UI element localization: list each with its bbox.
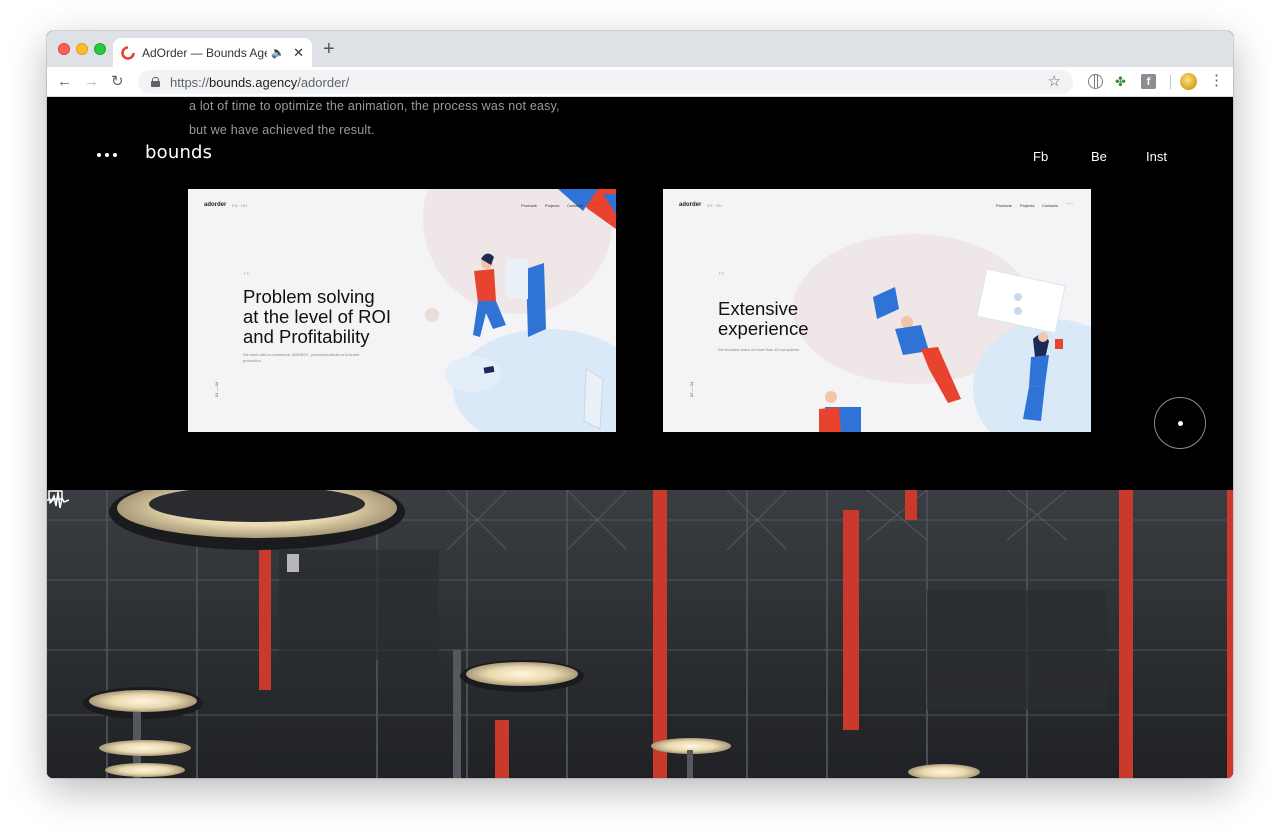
- tab-title: AdOrder — Bounds Agency: [142, 45, 267, 60]
- card-slide-counter: 01 — 04: [214, 381, 219, 397]
- card-menu-dots-icon: ···: [591, 201, 599, 207]
- card-headline-line: at the level of ROI: [243, 306, 392, 327]
- forward-arrow-icon[interactable]: →: [84, 73, 99, 91]
- scroll-cursor-indicator[interactable]: [1154, 397, 1206, 449]
- new-tab-button[interactable]: +: [323, 39, 335, 59]
- project-screen-card[interactable]: adorder EN · RU Products Projects Contac…: [663, 189, 1091, 432]
- card-headline: Extensive experience: [718, 299, 809, 339]
- card-nav-contacts: Contacts: [1042, 203, 1058, 208]
- back-arrow-icon[interactable]: ←: [57, 73, 72, 91]
- card-nav-products: Products: [996, 203, 1012, 208]
- card-headline-line: Problem solving: [243, 286, 375, 307]
- browser-toolbar: ← → ↻ https://bounds.agency/adorder/ ☆ ✤…: [47, 67, 1233, 97]
- browser-menu-icon[interactable]: ⋮: [1209, 72, 1224, 90]
- card-nav-contacts: Contacts: [567, 203, 583, 208]
- card-nav-projects: Projects: [1020, 203, 1035, 208]
- toolbar-divider: [1170, 75, 1171, 89]
- card-description: We work with e-commerce, B2B/B2C, pharma…: [243, 352, 360, 363]
- card-headline: Problem solving at the level of ROI and …: [243, 287, 391, 347]
- card-menu-dots-icon: ···: [1066, 201, 1074, 207]
- globe-icon[interactable]: [1088, 74, 1103, 89]
- card-headline-line: Extensive: [718, 298, 799, 319]
- leaf-icon[interactable]: ✤: [1115, 74, 1130, 89]
- tab-strip: AdOrder — Bounds Agency 🔈 ✕ +: [47, 31, 1233, 67]
- speaker-icon[interactable]: 🔈: [271, 46, 285, 59]
- site-menu-button[interactable]: [97, 153, 117, 159]
- reload-icon[interactable]: ↻: [111, 73, 124, 91]
- card-mini-logo: adorder: [204, 202, 227, 208]
- card-headline-line: and Profitability: [243, 326, 370, 347]
- menu-dot: [97, 153, 101, 157]
- card-mini-logo: adorder: [679, 202, 702, 208]
- adorder-favicon-icon: [121, 45, 135, 60]
- card-nav-projects: Projects: [545, 203, 560, 208]
- browser-tab[interactable]: AdOrder — Bounds Agency 🔈 ✕: [113, 38, 312, 67]
- card-slider-arrows: ‹ ›: [244, 271, 249, 277]
- card-description: We boosted sales of more than 40 compani…: [718, 347, 800, 352]
- close-tab-button[interactable]: ✕: [293, 45, 304, 61]
- card-slide-counter: 02 — 04: [689, 381, 694, 397]
- menu-dot: [105, 153, 109, 157]
- maximize-window-button[interactable]: [94, 43, 106, 55]
- project-screen-card[interactable]: adorder EN · RU Products Projects Contac…: [188, 189, 616, 432]
- url-text[interactable]: https://bounds.agency/adorder/: [170, 75, 349, 90]
- browser-window: AdOrder — Bounds Agency 🔈 ✕ + ← → ↻ http…: [47, 31, 1233, 778]
- social-link-be[interactable]: Be: [1091, 149, 1107, 164]
- card-headline-line: experience: [718, 318, 809, 339]
- card-mini-lang: EN · RU: [232, 203, 247, 208]
- menu-dot: [113, 153, 117, 157]
- close-window-button[interactable]: [58, 43, 70, 55]
- intro-line: a lot of time to optimize the animation,…: [189, 99, 560, 113]
- social-link-inst[interactable]: Inst: [1146, 149, 1167, 164]
- intro-paragraph: a lot of time to optimize the animation,…: [189, 98, 560, 142]
- profile-avatar[interactable]: [1180, 73, 1197, 90]
- intro-line: but we have achieved the result.: [189, 123, 375, 137]
- facebook-icon[interactable]: f: [1141, 74, 1156, 89]
- card-nav-products: Products: [521, 203, 537, 208]
- bounds-logo[interactable]: bounds: [145, 142, 212, 163]
- minimize-window-button[interactable]: [76, 43, 88, 55]
- interior-photo: [47, 490, 1233, 778]
- card-slider-arrows: ‹ ›: [719, 271, 724, 277]
- sound-wave-icon[interactable]: [47, 490, 69, 510]
- lock-icon: [151, 77, 160, 87]
- card-mini-lang: EN · RU: [707, 203, 722, 208]
- address-bar[interactable]: https://bounds.agency/adorder/ ☆: [138, 70, 1073, 94]
- social-link-fb[interactable]: Fb: [1033, 149, 1048, 164]
- page-content: a lot of time to optimize the animation,…: [47, 98, 1233, 778]
- building-interior-image: [47, 490, 1233, 778]
- bookmark-star-icon[interactable]: ☆: [1048, 72, 1061, 90]
